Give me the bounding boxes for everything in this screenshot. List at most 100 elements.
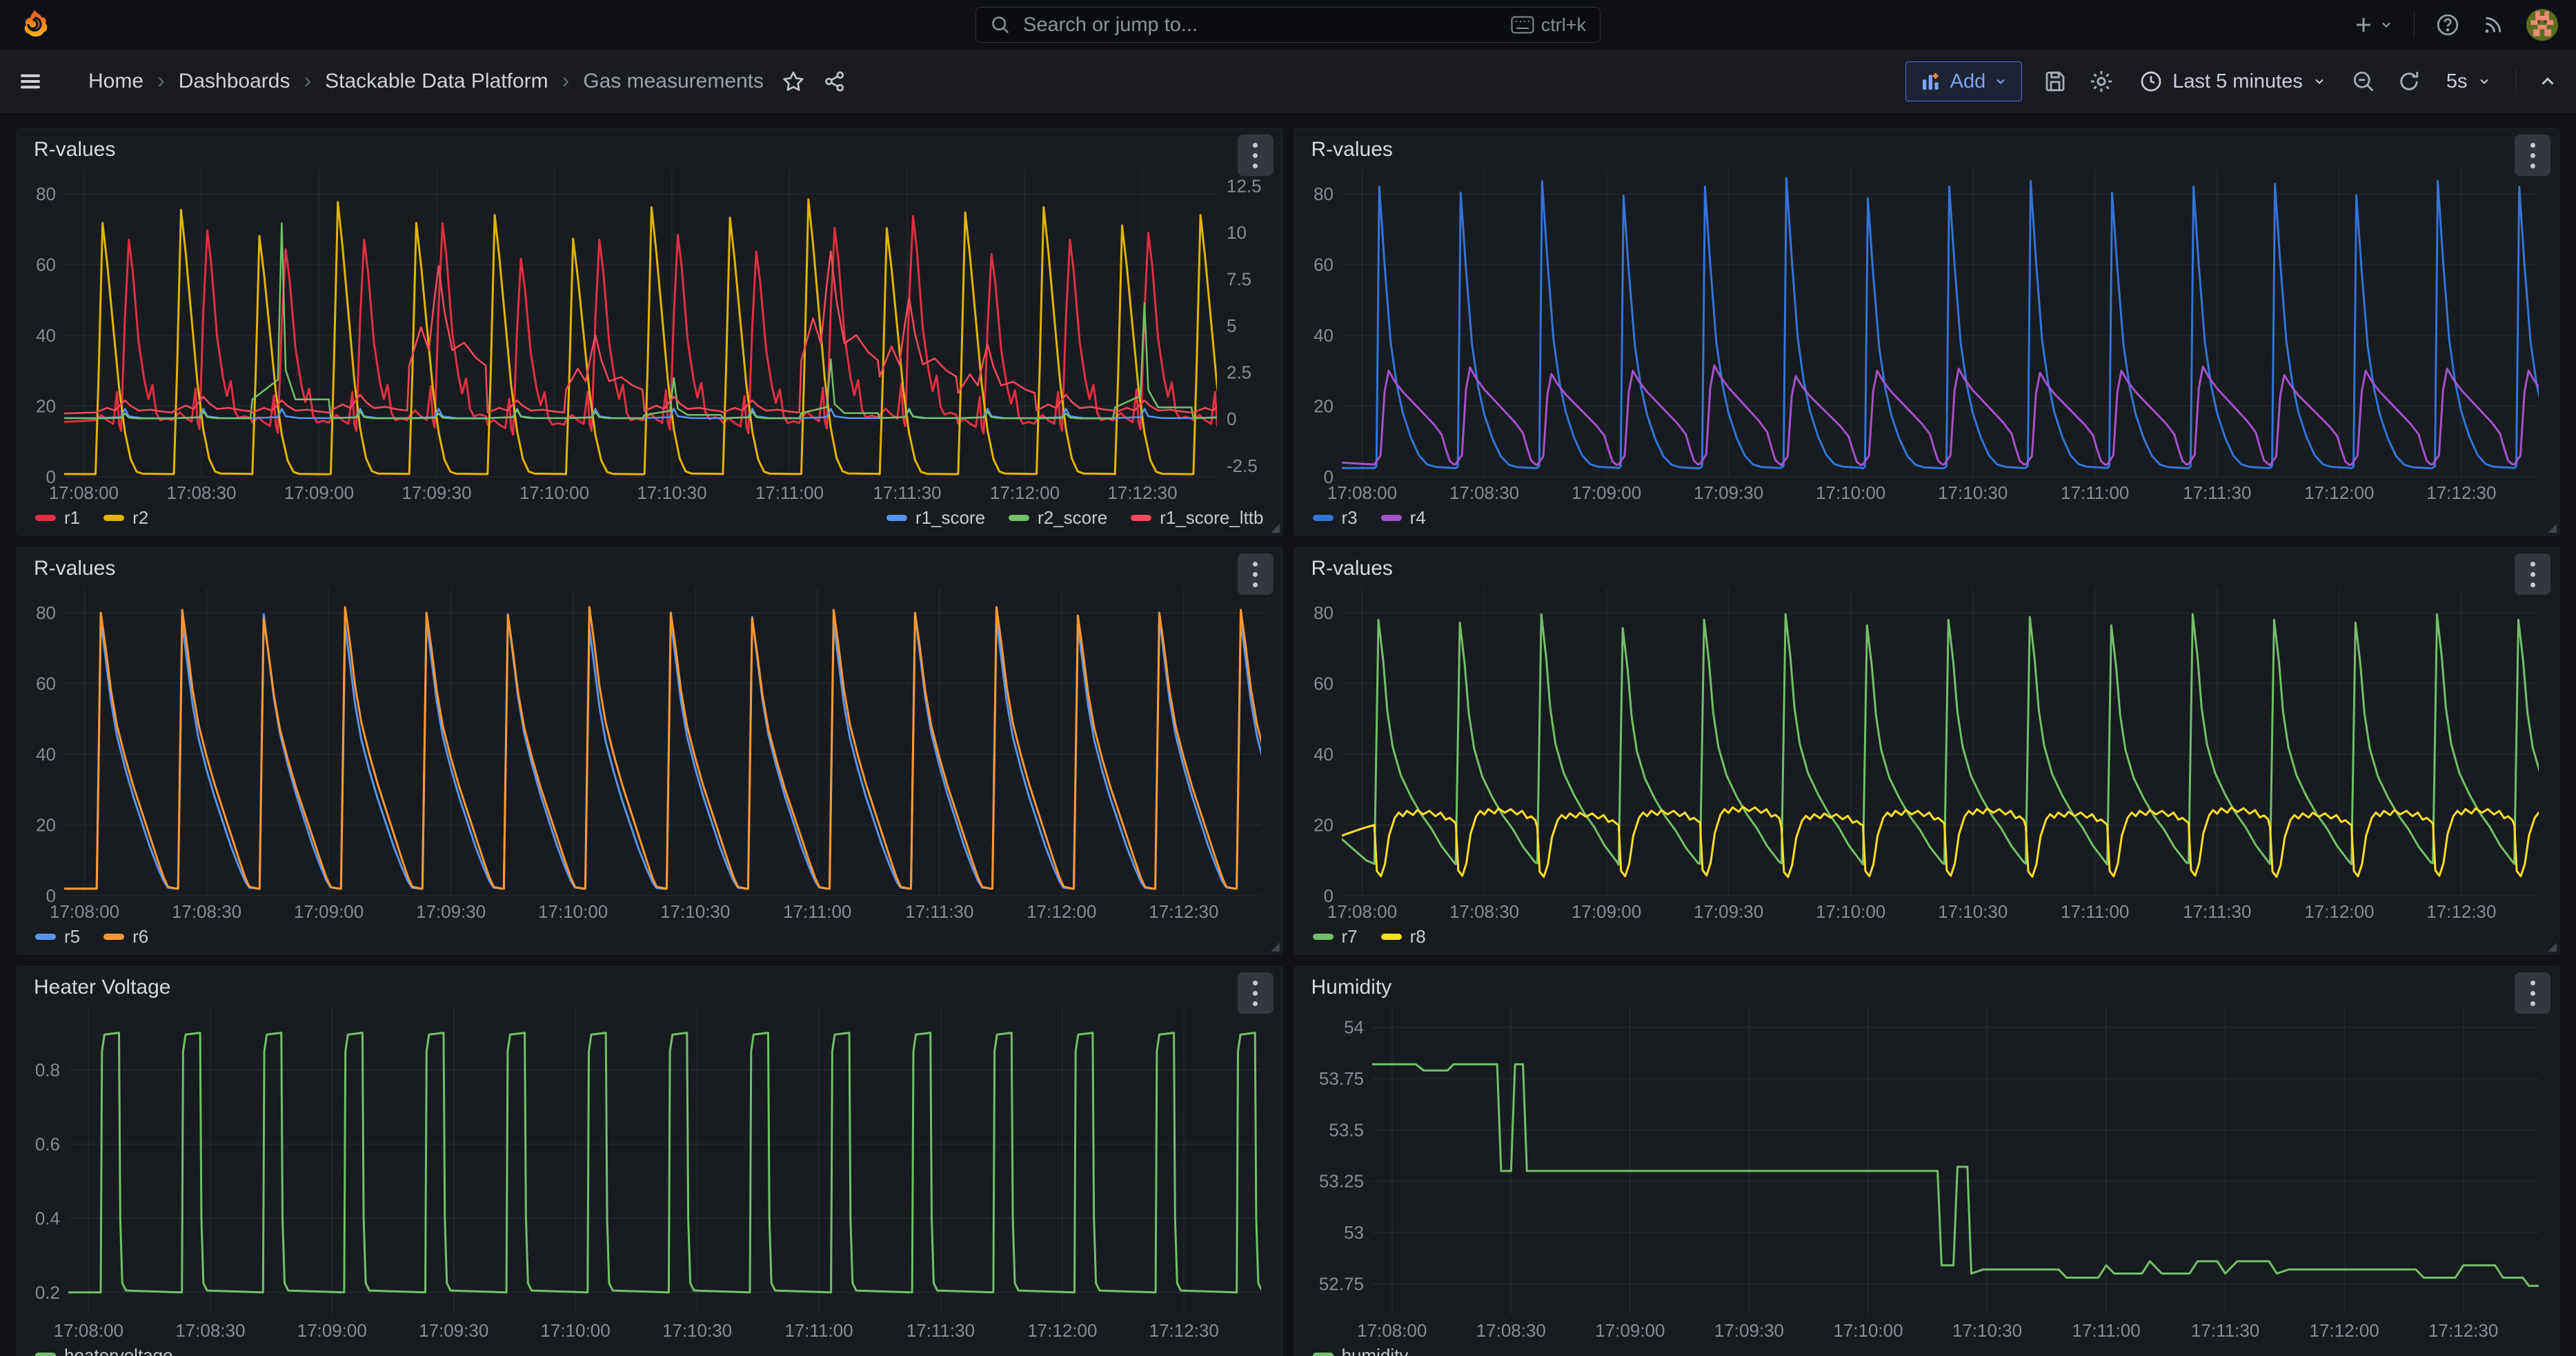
legend-item-r1_score[interactable]: r1_score <box>886 507 985 529</box>
panel-header: R-values <box>24 135 1275 165</box>
legend-item-r2_score[interactable]: r2_score <box>1009 507 1107 529</box>
panel-title[interactable]: R-values <box>1302 557 1393 580</box>
svg-text:80: 80 <box>36 602 56 623</box>
legend-group: r1 r2 <box>35 507 148 529</box>
collapse-toolbar-button[interactable] <box>2537 71 2558 92</box>
svg-text:17:09:30: 17:09:30 <box>1714 1320 1783 1341</box>
share-button[interactable] <box>823 70 846 93</box>
time-series-canvas[interactable]: 0.20.40.60.817:08:0017:08:3017:09:0017:0… <box>24 1003 1275 1341</box>
add-panel-button[interactable]: Add <box>1905 61 2023 101</box>
svg-text:17:08:00: 17:08:00 <box>1327 901 1396 922</box>
refresh-icon <box>2397 69 2421 94</box>
svg-text:0.4: 0.4 <box>35 1208 60 1228</box>
grafana-logo[interactable] <box>18 8 51 41</box>
breadcrumb-item[interactable]: Stackable Data Platform <box>325 70 548 93</box>
legend-item-r5[interactable]: r5 <box>35 926 80 947</box>
panel-title[interactable]: R-values <box>24 138 115 161</box>
chevron-up-icon <box>2537 71 2558 92</box>
breadcrumb-separator: › <box>562 68 570 93</box>
refresh-interval-picker[interactable]: 5s <box>2442 70 2495 94</box>
legend-item-r4[interactable]: r4 <box>1381 507 1426 529</box>
svg-text:17:11:00: 17:11:00 <box>2072 1320 2140 1341</box>
svg-text:17:09:30: 17:09:30 <box>1694 482 1763 503</box>
svg-text:80: 80 <box>36 184 56 204</box>
svg-text:17:08:00: 17:08:00 <box>50 901 119 922</box>
panel: R-values 02040608017:08:0017:08:3017:09:… <box>17 547 1282 954</box>
svg-text:17:08:30: 17:08:30 <box>1476 1320 1545 1341</box>
legend: r3 r4 <box>1302 503 2553 532</box>
legend-item-r6[interactable]: r6 <box>103 926 148 947</box>
chart-area: 02040608017:08:0017:08:3017:09:0017:09:3… <box>1302 584 2553 922</box>
legend-swatch <box>1381 515 1402 521</box>
panel-title[interactable]: R-values <box>1302 138 1393 161</box>
panel-resize-handle[interactable] <box>1271 524 1280 533</box>
star-icon <box>782 70 805 93</box>
save-dashboard-button[interactable] <box>2043 69 2068 94</box>
legend-swatch <box>1381 934 1402 940</box>
legend-item-r7[interactable]: r7 <box>1313 926 1358 947</box>
svg-text:60: 60 <box>1314 254 1334 275</box>
mega-menu-button[interactable] <box>18 69 43 94</box>
help-button[interactable] <box>2435 12 2460 37</box>
legend: humidity <box>1302 1341 2553 1356</box>
new-menu-button[interactable] <box>2353 14 2393 35</box>
panel-resize-handle[interactable] <box>2548 524 2557 533</box>
svg-text:17:09:00: 17:09:00 <box>297 1320 367 1341</box>
breadcrumb-item[interactable]: Home <box>88 70 143 93</box>
svg-text:5: 5 <box>1227 315 1236 336</box>
legend-item-r3[interactable]: r3 <box>1313 507 1358 529</box>
svg-text:17:08:00: 17:08:00 <box>1357 1320 1427 1341</box>
svg-text:53.5: 53.5 <box>1329 1119 1364 1140</box>
svg-text:80: 80 <box>1314 602 1334 623</box>
legend-item-humidity[interactable]: humidity <box>1313 1345 1409 1356</box>
panel-title[interactable]: Heater Voltage <box>24 976 170 999</box>
hamburger-icon <box>18 69 43 94</box>
svg-text:17:11:00: 17:11:00 <box>784 1320 853 1341</box>
user-avatar[interactable] <box>2526 9 2558 41</box>
legend-item-r2[interactable]: r2 <box>103 507 148 529</box>
time-series-canvas[interactable]: 02040608012.5107.552.50-2.517:08:0017:08… <box>24 165 1275 503</box>
time-range-picker[interactable]: Last 5 minutes <box>2135 69 2330 94</box>
search-input[interactable] <box>1022 13 1500 37</box>
zoom-out-button[interactable] <box>2351 69 2376 94</box>
time-series-canvas[interactable]: 02040608017:08:0017:08:3017:09:0017:09:3… <box>1302 165 2553 503</box>
legend-item-heatervoltage[interactable]: heatervoltage <box>35 1345 173 1356</box>
svg-text:17:09:00: 17:09:00 <box>284 482 354 503</box>
legend-swatch <box>35 934 56 940</box>
legend-item-r1_score_lttb[interactable]: r1_score_lttb <box>1131 507 1263 529</box>
refresh-button[interactable] <box>2397 69 2421 94</box>
panel: R-values 02040608017:08:0017:08:3017:09:… <box>1294 547 2560 954</box>
svg-text:17:09:00: 17:09:00 <box>1571 482 1641 503</box>
legend-label: r6 <box>132 926 148 947</box>
legend-swatch <box>35 1353 56 1356</box>
legend-label: r1_score <box>915 507 985 529</box>
panel-title[interactable]: R-values <box>24 557 115 580</box>
legend-label: r1_score_lttb <box>1160 507 1263 529</box>
svg-text:17:11:30: 17:11:30 <box>906 1320 975 1341</box>
svg-text:17:08:30: 17:08:30 <box>172 901 241 922</box>
svg-text:17:09:00: 17:09:00 <box>1595 1320 1665 1341</box>
svg-text:12.5: 12.5 <box>1227 175 1262 196</box>
time-series-canvas[interactable]: 02040608017:08:0017:08:3017:09:0017:09:3… <box>1302 584 2553 922</box>
svg-text:17:08:30: 17:08:30 <box>1449 482 1518 503</box>
panel-resize-handle[interactable] <box>1271 943 1280 952</box>
panel-resize-handle[interactable] <box>2548 943 2557 952</box>
time-series-canvas[interactable]: 02040608017:08:0017:08:3017:09:0017:09:3… <box>24 584 1275 922</box>
divider <box>2414 12 2415 38</box>
legend-group: r3 r4 <box>1313 507 1426 529</box>
svg-text:17:09:00: 17:09:00 <box>1571 901 1641 922</box>
legend: r7 r8 <box>1302 922 2553 951</box>
svg-text:17:12:00: 17:12:00 <box>2304 901 2374 922</box>
news-button[interactable] <box>2481 12 2506 37</box>
panel-header: R-values <box>1302 553 2553 584</box>
legend-item-r8[interactable]: r8 <box>1381 926 1426 947</box>
time-series-canvas[interactable]: 52.755353.2553.553.755417:08:0017:08:301… <box>1302 1003 2553 1341</box>
panel-title[interactable]: Humidity <box>1302 976 1392 999</box>
legend-item-r1[interactable]: r1 <box>35 507 80 529</box>
breadcrumb-item[interactable]: Dashboards <box>179 70 290 93</box>
svg-text:0.2: 0.2 <box>35 1282 60 1303</box>
time-range-label: Last 5 minutes <box>2172 70 2303 93</box>
svg-text:17:11:00: 17:11:00 <box>783 901 851 922</box>
favorite-button[interactable] <box>782 70 805 93</box>
dashboard-settings-button[interactable] <box>2088 68 2114 95</box>
